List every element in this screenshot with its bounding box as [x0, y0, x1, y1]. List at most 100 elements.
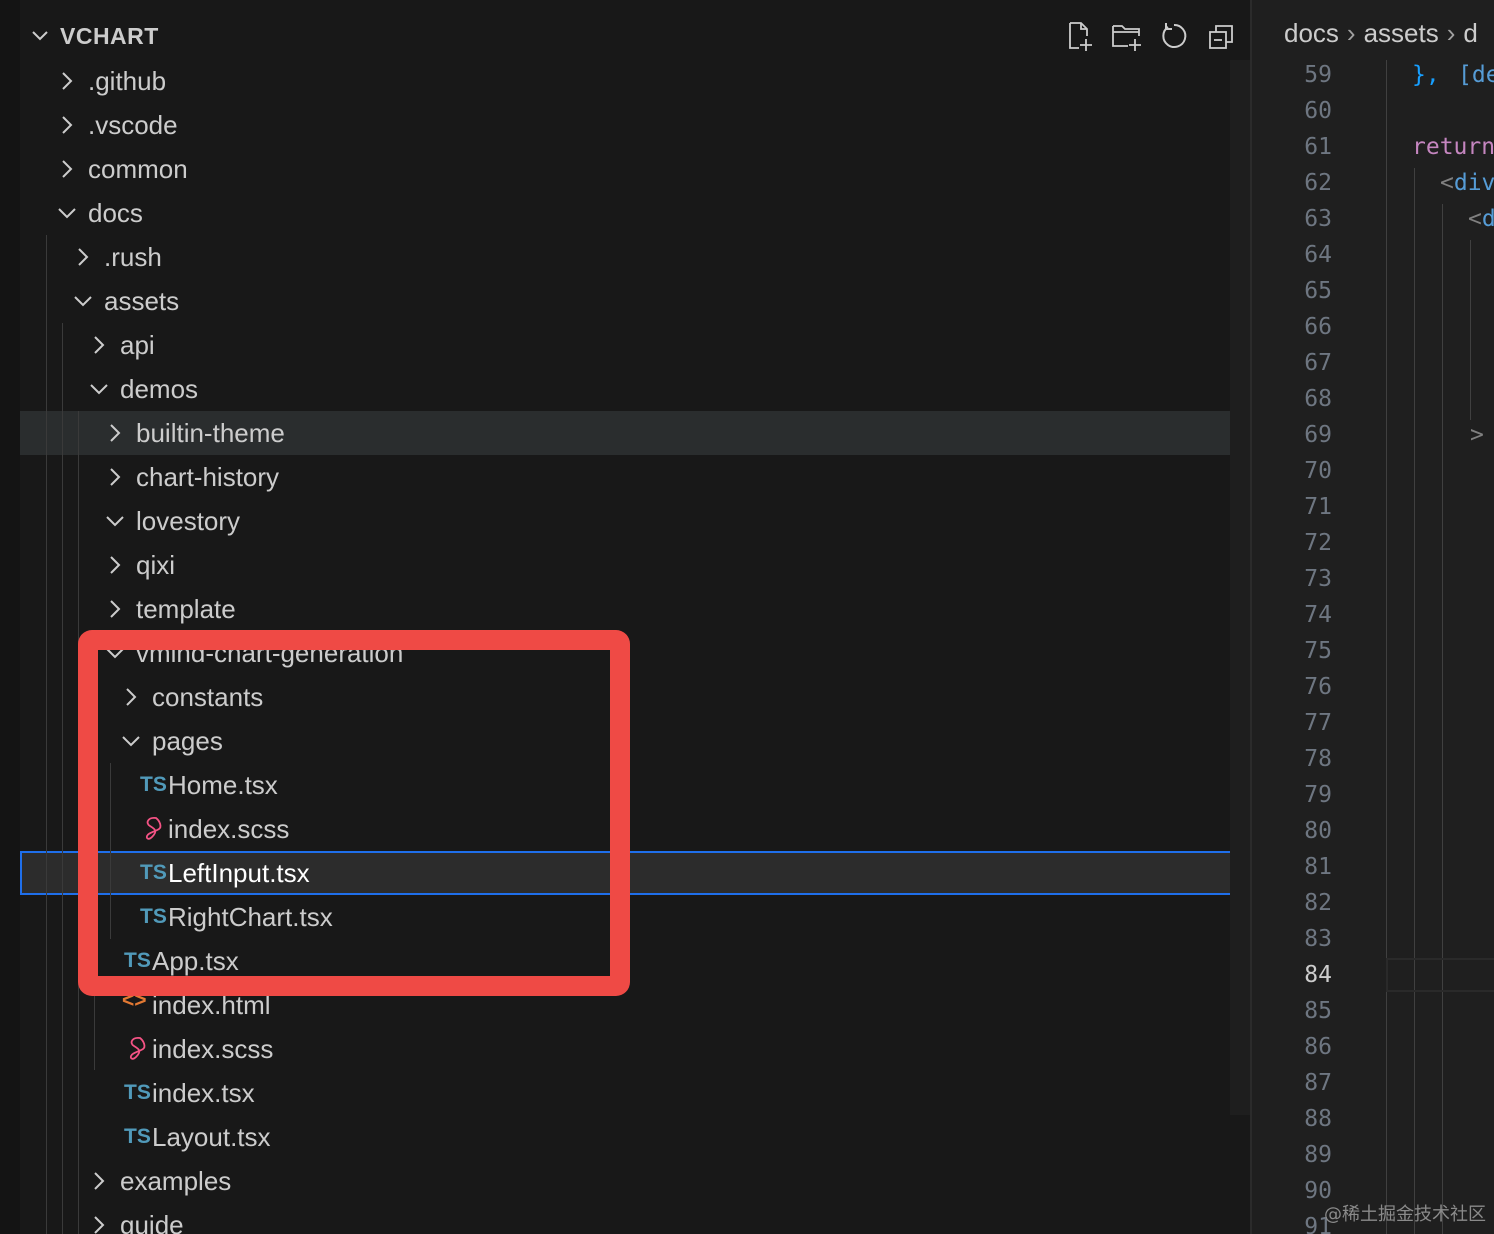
chevron-right-icon[interactable] — [56, 158, 78, 180]
tree-item-label: template — [136, 594, 236, 624]
new-file-icon[interactable] — [1060, 18, 1096, 54]
chevron-right-icon[interactable] — [88, 1214, 110, 1234]
tree-item-label: .rush — [104, 242, 162, 272]
line-number: 85 — [1304, 998, 1332, 1024]
tree-item-label: lovestory — [136, 506, 241, 536]
chevron-right-icon[interactable] — [104, 598, 126, 620]
chevron-down-icon[interactable] — [56, 202, 78, 224]
folder-row[interactable]: assets — [20, 279, 1250, 323]
breadcrumb-item[interactable]: d — [1463, 18, 1477, 49]
watermark: @稀土掘金技术社区 — [1324, 1204, 1486, 1225]
code-token: > — [1470, 422, 1484, 448]
tree-item-label: demos — [120, 374, 199, 404]
annotation-highlight-box — [78, 630, 630, 996]
tree-item-label: chart-history — [136, 462, 280, 492]
line-number: 59 — [1304, 62, 1332, 88]
chevron-down-icon — [30, 26, 50, 46]
folder-row[interactable]: guide — [20, 1203, 1250, 1234]
chevron-right-icon[interactable] — [88, 334, 110, 356]
workspace-title: VCHART — [60, 22, 159, 49]
line-number: 73 — [1304, 566, 1332, 592]
breadcrumb-item[interactable]: assets — [1364, 18, 1439, 49]
folder-row[interactable]: api — [20, 323, 1250, 367]
line-number: 91 — [1304, 1214, 1332, 1234]
explorer-scrollbar[interactable] — [1230, 60, 1250, 1115]
line-number: 88 — [1304, 1106, 1332, 1132]
file-row[interactable]: TS index.tsx — [20, 1071, 1250, 1115]
chevron-right-icon[interactable] — [104, 422, 126, 444]
line-number: 63 — [1304, 206, 1332, 232]
tree-item-label: examples — [120, 1166, 232, 1196]
code-token: return — [1412, 134, 1494, 160]
folder-row[interactable]: docs — [20, 191, 1250, 235]
line-number: 83 — [1304, 926, 1332, 952]
tree-item-label: builtin-theme — [136, 418, 285, 448]
chevron-right-icon[interactable] — [104, 554, 126, 576]
line-number: 74 — [1304, 602, 1332, 628]
explorer-header[interactable]: VCHART — [30, 14, 159, 58]
breadcrumb-item[interactable]: docs — [1284, 18, 1339, 49]
folder-row[interactable]: template — [20, 587, 1250, 631]
folder-row[interactable]: demos — [20, 367, 1250, 411]
line-number: 80 — [1304, 818, 1332, 844]
folder-row[interactable]: examples — [20, 1159, 1250, 1203]
folder-row[interactable]: .rush — [20, 235, 1250, 279]
tree-item-label: .github — [88, 66, 167, 96]
new-folder-icon[interactable] — [1108, 18, 1144, 54]
line-number: 70 — [1304, 458, 1332, 484]
chevron-right-icon: › — [1346, 18, 1356, 48]
folder-row[interactable]: chart-history — [20, 455, 1250, 499]
collapse-all-icon[interactable] — [1204, 18, 1240, 54]
indent-guide — [1414, 168, 1415, 1234]
tree-indent-guide — [62, 323, 63, 1234]
line-number: 71 — [1304, 494, 1332, 520]
file-row[interactable]: TS Layout.tsx — [20, 1115, 1250, 1159]
folder-row[interactable]: .github — [20, 59, 1250, 103]
tree-indent-guide — [46, 235, 47, 1234]
tree-item-label: docs — [88, 198, 143, 228]
refresh-icon[interactable] — [1156, 18, 1192, 54]
line-number: 82 — [1304, 890, 1332, 916]
chevron-down-icon[interactable] — [88, 378, 110, 400]
line-number: 86 — [1304, 1034, 1332, 1060]
line-number: 61 — [1304, 134, 1332, 160]
line-number: 79 — [1304, 782, 1332, 808]
code-token: [de — [1458, 62, 1494, 88]
chevron-right-icon[interactable] — [88, 1170, 110, 1192]
chevron-right-icon[interactable] — [104, 466, 126, 488]
tree-item-label: common — [88, 154, 188, 184]
code-token: <d — [1468, 206, 1494, 232]
chevron-right-icon[interactable] — [72, 246, 94, 268]
line-number: 66 — [1304, 314, 1332, 340]
file-row[interactable]: index.scss — [20, 1027, 1250, 1071]
folder-row[interactable]: lovestory — [20, 499, 1250, 543]
line-number: 76 — [1304, 674, 1332, 700]
typescript-file-icon: TS — [124, 1125, 151, 1148]
code-editor[interactable]: docs › assets › d 59 60 61 62 63 64 65 66 67 68 69… — [1252, 0, 1494, 1234]
typescript-file-icon: TS — [124, 1081, 151, 1104]
line-number: 64 — [1304, 242, 1332, 268]
chevron-right-icon[interactable] — [56, 70, 78, 92]
line-number: 81 — [1304, 854, 1332, 880]
chevron-down-icon[interactable] — [104, 510, 126, 532]
tree-item-label: guide — [120, 1210, 184, 1234]
breadcrumb: docs › assets › d — [1284, 18, 1478, 49]
current-line-highlight — [1386, 958, 1494, 992]
line-number: 72 — [1304, 530, 1332, 556]
code-token: <div — [1440, 170, 1494, 196]
chevron-right-icon[interactable] — [56, 114, 78, 136]
line-number: 90 — [1304, 1178, 1332, 1204]
tree-item-label: Layout.tsx — [152, 1122, 271, 1152]
folder-row[interactable]: common — [20, 147, 1250, 191]
indent-guide — [1470, 240, 1471, 420]
tree-item-label: index.tsx — [152, 1078, 255, 1108]
tree-item-label: api — [120, 330, 155, 360]
folder-row[interactable]: .vscode — [20, 103, 1250, 147]
code-token: }, — [1412, 62, 1440, 88]
tree-item-label: qixi — [136, 550, 176, 580]
tree-item-label: index.scss — [152, 1034, 274, 1064]
line-number: 69 — [1304, 422, 1332, 448]
chevron-down-icon[interactable] — [72, 290, 94, 312]
folder-row[interactable]: builtin-theme — [20, 411, 1250, 455]
folder-row[interactable]: qixi — [20, 543, 1250, 587]
